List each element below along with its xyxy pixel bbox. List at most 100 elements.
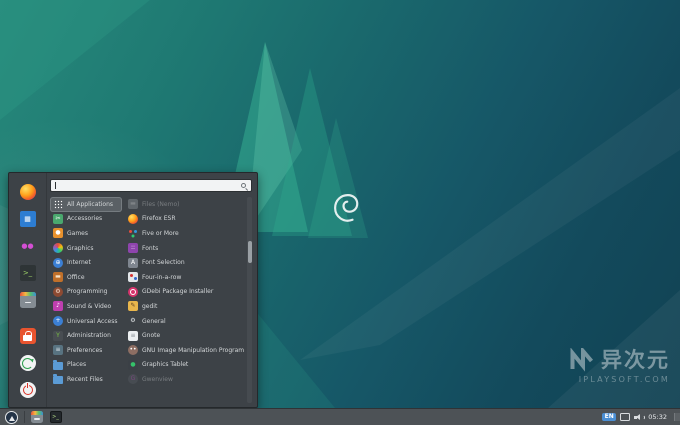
app-font-selection[interactable]: A Font Selection (125, 255, 247, 270)
package-installer-icon: ●● (20, 238, 36, 254)
office-icon: ▬ (53, 272, 63, 282)
app-firefox-esr[interactable]: Firefox ESR (125, 212, 247, 227)
app-gnu-image-manipulation-program[interactable]: •• GNU Image Manipulation Program (125, 343, 247, 358)
favorites-list: ▦ ●● >_ (19, 183, 37, 309)
app-gedit[interactable]: ✎ gedit (125, 299, 247, 314)
gwenview-icon: G (128, 374, 138, 384)
shutdown-button[interactable] (19, 381, 37, 399)
applications-menu: ▦ ●● >_ (8, 172, 258, 408)
favorite-firefox[interactable] (19, 183, 37, 201)
menu-favorites-column: ▦ ●● >_ (9, 173, 47, 407)
favorite-file-manager[interactable] (19, 291, 37, 309)
games-icon: ● (53, 228, 63, 238)
firefox-icon (20, 184, 36, 200)
category-graphics[interactable]: Graphics (50, 241, 122, 256)
logout-button[interactable] (19, 354, 37, 372)
graphics-icon (53, 243, 63, 253)
app-gdebi-package-installer[interactable]: GDebi Package Installer (125, 285, 247, 300)
app-fonts[interactable]: :: Fonts (125, 241, 247, 256)
general-icon: ⚙ (128, 316, 138, 326)
volume-icon[interactable] (634, 413, 644, 421)
sound-and-video-icon: ♪ (53, 301, 63, 311)
lock-icon (20, 328, 36, 344)
category-preferences[interactable]: ≡ Preferences (50, 343, 122, 358)
favorite-terminal[interactable]: >_ (19, 264, 37, 282)
watermark-brand: 异次元 (601, 350, 670, 371)
gnote-icon: ≡ (128, 331, 138, 341)
gimp-icon: •• (128, 345, 138, 355)
logout-icon (20, 355, 36, 371)
terminal-icon: >_ (50, 411, 62, 423)
administration-icon: Y (53, 331, 63, 341)
display-icon[interactable] (620, 413, 630, 421)
programming-icon: ⚙ (53, 287, 63, 297)
internet-icon: ⊕ (53, 258, 63, 268)
category-office[interactable]: ▬ Office (50, 270, 122, 285)
files-launcher[interactable] (29, 410, 44, 425)
universal-access-icon: + (53, 316, 63, 326)
taskbar: >_ EN 05:32 (0, 408, 680, 425)
app-gnote[interactable]: ≡ Gnote (125, 328, 247, 343)
category-places[interactable]: Places (50, 358, 122, 373)
all-applications-icon (53, 199, 63, 209)
favorite-package-installer[interactable]: ●● (19, 237, 37, 255)
screen: 异次元 IPLAYSOFT.COM ▦ ●● (0, 0, 680, 425)
app-list-scrollbar[interactable] (247, 197, 252, 403)
category-administration[interactable]: Y Administration (50, 328, 122, 343)
session-buttons (19, 327, 37, 399)
terminal-launcher[interactable]: >_ (48, 410, 63, 425)
favorite-software-manager[interactable]: ▦ (19, 210, 37, 228)
font-selection-icon: A (128, 258, 138, 268)
debian-swirl-logo (329, 190, 361, 227)
recent-files-icon (53, 376, 63, 384)
clock[interactable]: 05:32 (648, 413, 667, 421)
software-manager-icon: ▦ (20, 211, 36, 227)
app-gwenview[interactable]: G Gwenview (125, 372, 247, 387)
category-sound-video[interactable]: ♪ Sound & Video (50, 299, 122, 314)
menu-lists: All Applications ✂ Accessories ● Games (50, 197, 252, 403)
category-recent-files[interactable]: Recent Files (50, 372, 122, 387)
file-manager-icon (20, 292, 36, 308)
app-general[interactable]: ⚙ General (125, 314, 247, 329)
category-list: All Applications ✂ Accessories ● Games (50, 197, 122, 403)
app-files-nemo-[interactable]: ▬ Files (Nemo) (125, 197, 247, 212)
category-all-applications[interactable]: All Applications (50, 197, 122, 212)
gedit-icon: ✎ (128, 301, 138, 311)
watermark-site: IPLAYSOFT.COM (569, 375, 670, 384)
application-list: ▬ Files (Nemo) Firefox ESR Five or More (122, 197, 247, 403)
scrollbar-thumb[interactable] (248, 241, 252, 263)
keyboard-layout-indicator[interactable]: EN (602, 413, 616, 422)
category-internet[interactable]: ⊕ Internet (50, 255, 122, 270)
gdebi-package-installer-icon (128, 287, 138, 297)
firefox-icon (128, 214, 138, 224)
taskbar-left: >_ (0, 410, 63, 425)
lock-screen-button[interactable] (19, 327, 37, 345)
watermark: 异次元 IPLAYSOFT.COM (569, 348, 670, 384)
terminal-icon: >_ (20, 265, 36, 281)
file-manager-icon (31, 411, 43, 423)
show-desktop-button[interactable] (674, 413, 680, 422)
category-accessories[interactable]: ✂ Accessories (50, 212, 122, 227)
menu-search[interactable] (50, 179, 252, 192)
menu-button[interactable] (3, 410, 20, 425)
shutdown-icon (20, 382, 36, 398)
distro-logo-icon (5, 411, 18, 424)
four-in-a-row-icon (128, 272, 138, 282)
category-games[interactable]: ● Games (50, 226, 122, 241)
iplaysoft-logo-icon (569, 348, 595, 372)
search-input[interactable] (51, 180, 251, 191)
app-five-or-more[interactable]: Five or More (125, 226, 247, 241)
accessories-icon: ✂ (53, 214, 63, 224)
category-universal-access[interactable]: + Universal Access (50, 314, 122, 329)
places-icon (53, 362, 63, 370)
preferences-icon: ≡ (53, 345, 63, 355)
app-four-in-a-row[interactable]: Four-in-a-row (125, 270, 247, 285)
files-nemo-icon: ▬ (128, 199, 138, 209)
search-icon (241, 183, 246, 188)
fonts-icon: :: (128, 243, 138, 253)
category-programming[interactable]: ⚙ Programming (50, 285, 122, 300)
system-tray: EN 05:32 (602, 413, 680, 422)
taskbar-separator (24, 411, 25, 423)
app-graphics-tablet[interactable]: ● Graphics Tablet (125, 358, 247, 373)
menu-main-column: All Applications ✂ Accessories ● Games (47, 173, 257, 407)
